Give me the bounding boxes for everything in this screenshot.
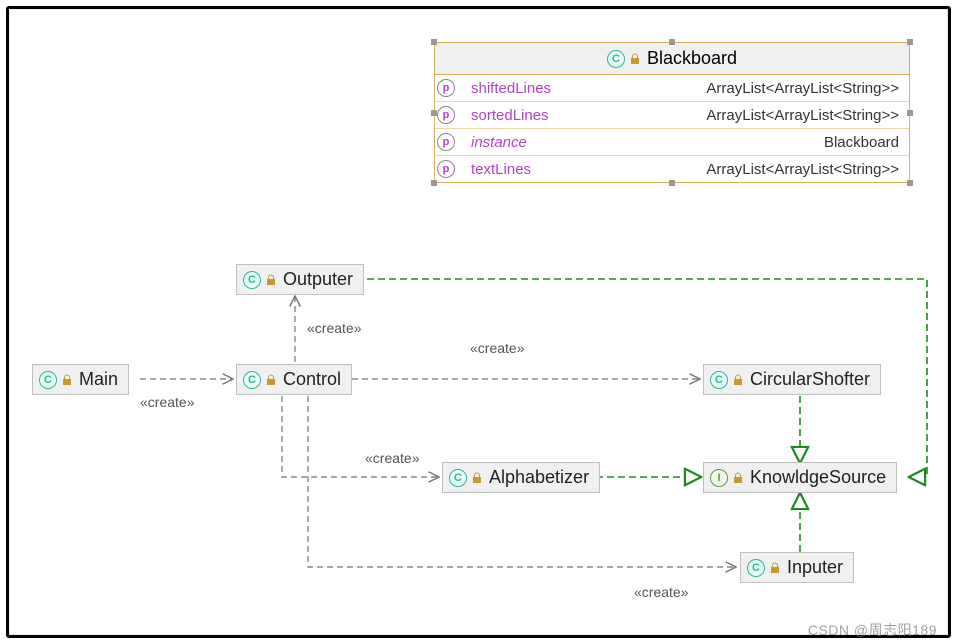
class-icon: C <box>710 371 728 389</box>
resize-handle[interactable] <box>907 110 913 116</box>
attr-type: Blackboard <box>583 128 909 155</box>
node-inputer[interactable]: C Inputer <box>740 552 854 583</box>
node-circularshofter[interactable]: C CircularShofter <box>703 364 881 395</box>
resize-handle[interactable] <box>431 110 437 116</box>
property-icon: p <box>437 106 455 124</box>
property-icon: p <box>437 160 455 178</box>
attr-name: instance <box>463 128 583 155</box>
node-main[interactable]: C Main <box>32 364 129 395</box>
class-icon: C <box>747 559 765 577</box>
stereotype-label: «create» <box>307 320 361 336</box>
resize-handle[interactable] <box>907 180 913 186</box>
node-knowledgesource[interactable]: I KnowldgeSource <box>703 462 897 493</box>
stereotype-label: «create» <box>470 340 524 356</box>
node-label: Inputer <box>787 557 843 578</box>
lock-icon <box>769 562 781 574</box>
attr-name: sortedLines <box>463 101 583 128</box>
stereotype-label: «create» <box>140 394 194 410</box>
class-icon: C <box>243 271 261 289</box>
node-label: Alphabetizer <box>489 467 589 488</box>
interface-icon: I <box>710 469 728 487</box>
class-icon: C <box>449 469 467 487</box>
diagram-canvas: C Blackboard p shiftedLines ArrayList<Ar… <box>22 22 941 622</box>
class-blackboard-body: p shiftedLines ArrayList<ArrayList<Strin… <box>435 75 909 182</box>
node-label: Outputer <box>283 269 353 290</box>
property-icon: p <box>437 79 455 97</box>
class-blackboard-title: C Blackboard <box>435 43 909 75</box>
class-icon: C <box>39 371 57 389</box>
class-icon: C <box>243 371 261 389</box>
resize-handle[interactable] <box>907 39 913 45</box>
resize-handle[interactable] <box>431 180 437 186</box>
attr-type: ArrayList<ArrayList<String>> <box>583 155 909 182</box>
attr-type: ArrayList<ArrayList<String>> <box>583 75 909 101</box>
lock-icon <box>629 53 641 65</box>
attr-name: textLines <box>463 155 583 182</box>
resize-handle[interactable] <box>669 180 675 186</box>
lock-icon <box>265 274 277 286</box>
property-icon: p <box>437 133 455 151</box>
node-label: Main <box>79 369 118 390</box>
node-label: Control <box>283 369 341 390</box>
lock-icon <box>732 374 744 386</box>
lock-icon <box>61 374 73 386</box>
node-label: CircularShofter <box>750 369 870 390</box>
class-blackboard[interactable]: C Blackboard p shiftedLines ArrayList<Ar… <box>434 42 910 183</box>
resize-handle[interactable] <box>431 39 437 45</box>
node-alphabetizer[interactable]: C Alphabetizer <box>442 462 600 493</box>
attr-type: ArrayList<ArrayList<String>> <box>583 101 909 128</box>
lock-icon <box>471 472 483 484</box>
lock-icon <box>732 472 744 484</box>
stereotype-label: «create» <box>634 584 688 600</box>
resize-handle[interactable] <box>669 39 675 45</box>
stereotype-label: «create» <box>365 450 419 466</box>
attr-name: shiftedLines <box>463 75 583 101</box>
node-label: KnowldgeSource <box>750 467 886 488</box>
node-control[interactable]: C Control <box>236 364 352 395</box>
node-outputer[interactable]: C Outputer <box>236 264 364 295</box>
class-title-label: Blackboard <box>647 48 737 69</box>
class-icon: C <box>607 50 625 68</box>
watermark: CSDN @周志阳189 <box>808 620 937 640</box>
lock-icon <box>265 374 277 386</box>
